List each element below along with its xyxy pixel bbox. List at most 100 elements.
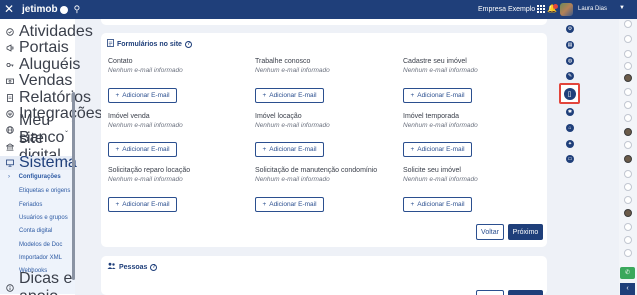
field-label-imovel-locacao: Imóvel locação: [255, 113, 302, 120]
add-email-button-contato[interactable]: + Adicionar E-mail: [108, 88, 177, 103]
next-button[interactable]: Próximo: [508, 224, 543, 240]
brand-logo[interactable]: jetimob: [22, 4, 68, 15]
rail-globe-icon[interactable]: ◍: [566, 57, 574, 65]
submenu-item-etiquetas[interactable]: Etiquetas e origens: [19, 188, 70, 194]
contact-placeholder-icon[interactable]: [624, 114, 632, 122]
money-icon: [6, 77, 14, 85]
rail-home-icon[interactable]: ⌂: [566, 124, 574, 132]
button-label: Adicionar E-mail: [417, 146, 465, 153]
button-label: Adicionar E-mail: [122, 92, 170, 99]
rail-gear-icon[interactable]: ⚙: [566, 25, 574, 33]
contact-placeholder-icon[interactable]: [624, 196, 632, 204]
contact-avatar[interactable]: [624, 128, 632, 136]
field-label-contato: Contato: [108, 58, 133, 65]
help-icon[interactable]: ?: [150, 263, 158, 271]
apps-grid-icon[interactable]: [537, 5, 545, 13]
sidebar-item-portais[interactable]: Portais: [0, 39, 75, 56]
button-label: Adicionar E-mail: [269, 146, 317, 153]
sidebar-scrollbar[interactable]: [72, 92, 75, 280]
sidebar-item-atividades[interactable]: Atividades: [0, 23, 93, 40]
whatsapp-icon[interactable]: ✆: [620, 267, 635, 279]
button-label: Adicionar E-mail: [269, 201, 317, 208]
top-bar: ✕ jetimob ⚲ Empresa Exemplo 🔔 Laura Dias…: [0, 0, 637, 19]
sidebar-item-label: Dicas e apoio: [19, 270, 73, 295]
submenu-item-modelos-doc[interactable]: Modelos de Doc: [19, 242, 62, 248]
add-email-button-imovel-temporada[interactable]: + Adicionar E-mail: [403, 142, 472, 157]
contact-avatar[interactable]: [624, 74, 632, 82]
sidebar-item-alugueis[interactable]: Aluguéis ⌄: [0, 56, 80, 73]
contact-placeholder-icon[interactable]: [624, 35, 632, 43]
button-label: Adicionar E-mail: [417, 201, 465, 208]
contact-avatar[interactable]: [624, 209, 632, 217]
empty-email-text: Nenhum e-mail informado: [403, 122, 478, 129]
contact-placeholder-icon[interactable]: [624, 223, 632, 231]
sidebar-item-sistema[interactable]: Sistema ⌃: [0, 154, 77, 171]
contact-placeholder-icon[interactable]: [624, 20, 632, 28]
submenu-item-importador-xml[interactable]: Importador XML: [19, 255, 62, 261]
plug-icon: [6, 110, 14, 118]
rail-wrench-icon[interactable]: ✦: [566, 140, 574, 148]
people-next-button[interactable]: [508, 290, 543, 295]
add-email-button-reparo-locacao[interactable]: + Adicionar E-mail: [108, 197, 177, 212]
contact-placeholder-icon[interactable]: [624, 62, 632, 70]
rail-document-icon-selected[interactable]: ▯: [559, 83, 580, 104]
globe-icon: [6, 126, 14, 134]
contact-placeholder-icon[interactable]: [624, 88, 632, 96]
sidebar-item-relatorios[interactable]: Relatórios: [0, 89, 91, 106]
add-email-button-imovel-venda[interactable]: + Adicionar E-mail: [108, 142, 177, 157]
avatar[interactable]: [560, 3, 573, 16]
add-email-button-manutencao-condominio[interactable]: + Adicionar E-mail: [255, 197, 324, 212]
megaphone-icon: [6, 44, 14, 52]
search-icon[interactable]: ⚲: [74, 4, 81, 15]
back-button[interactable]: Voltar: [476, 224, 504, 240]
empty-email-text: Nenhum e-mail informado: [108, 176, 183, 183]
add-email-button-solicite-imovel[interactable]: + Adicionar E-mail: [403, 197, 472, 212]
contact-placeholder-icon[interactable]: [624, 101, 632, 109]
button-label: Adicionar E-mail: [417, 92, 465, 99]
forms-section-title: Formulários no site ?: [107, 39, 192, 49]
empty-email-text: Nenhum e-mail informado: [255, 122, 330, 129]
rail-puzzle-icon[interactable]: ✱: [566, 108, 574, 116]
submenu-item-conta-digital[interactable]: Conta digital: [19, 228, 52, 234]
button-label: Adicionar E-mail: [122, 146, 170, 153]
sidebar-item-dicas[interactable]: Dicas e apoio: [0, 270, 75, 295]
plus-icon: +: [262, 92, 267, 99]
rail-file-icon[interactable]: ▭: [566, 155, 574, 163]
empty-email-text: Nenhum e-mail informado: [108, 122, 183, 129]
add-email-button-trabalhe-conosco[interactable]: + Adicionar E-mail: [255, 88, 324, 103]
contact-placeholder-icon[interactable]: [624, 50, 632, 58]
contact-placeholder-icon[interactable]: [624, 141, 632, 149]
contact-placeholder-icon[interactable]: [624, 236, 632, 244]
brand-name: jetimob: [22, 4, 58, 15]
help-icon[interactable]: ?: [184, 40, 192, 48]
contact-placeholder-icon[interactable]: [624, 249, 632, 257]
people-back-button[interactable]: [476, 290, 504, 295]
rail-building-icon[interactable]: ▤: [566, 41, 574, 49]
contact-avatar[interactable]: [624, 155, 632, 163]
rail-edit-icon[interactable]: ✎: [566, 72, 574, 80]
field-label-imovel-venda: Imóvel venda: [108, 113, 150, 120]
sidebar-item-vendas[interactable]: Vendas: [0, 72, 75, 89]
plus-icon: +: [410, 92, 415, 99]
sidebar-item-banco-digital[interactable]: Banco digital: [0, 129, 75, 164]
empty-email-text: Nenhum e-mail informado: [255, 67, 330, 74]
add-email-button-imovel-locacao[interactable]: + Adicionar E-mail: [255, 142, 324, 157]
contact-placeholder-icon[interactable]: [624, 170, 632, 178]
company-name[interactable]: Empresa Exemplo: [478, 6, 535, 13]
close-menu-icon[interactable]: ✕: [0, 0, 18, 19]
collapse-rail-chevron-left-icon[interactable]: ‹: [620, 283, 635, 295]
submenu-item-feriados[interactable]: Feriados: [19, 202, 42, 208]
user-name[interactable]: Laura Dias: [578, 6, 607, 12]
field-label-solicite-imovel: Solicite seu imóvel: [403, 167, 461, 174]
user-menu-caret-icon[interactable]: ▼: [619, 5, 625, 11]
field-label-imovel-temporada: Imóvel temporada: [403, 113, 460, 120]
info-icon: [6, 284, 14, 292]
add-email-button-cadastre-imovel[interactable]: + Adicionar E-mail: [403, 88, 472, 103]
plus-icon: +: [410, 146, 415, 153]
submenu-item-usuarios[interactable]: Usuários e grupos: [19, 215, 68, 221]
contact-placeholder-icon[interactable]: [624, 183, 632, 191]
submenu-item-configuracoes[interactable]: › Configurações: [8, 174, 61, 180]
plus-icon: +: [262, 201, 267, 208]
people-icon: [107, 262, 116, 272]
notification-badge: [553, 4, 558, 9]
